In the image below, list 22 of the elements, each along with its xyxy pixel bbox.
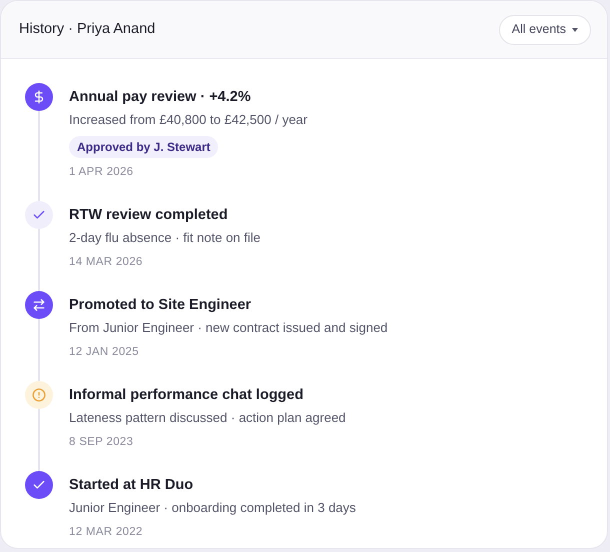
event-title: Annual pay review · +4.2% xyxy=(69,88,251,107)
event-date: 8 SEP 2023 xyxy=(69,435,134,450)
events-filter-dropdown[interactable]: All events xyxy=(498,14,591,44)
event-detail: Increased from £40,800 to £42,500 / year xyxy=(69,111,308,129)
card-title: History · Priya Anand xyxy=(19,20,156,39)
dollar-icon xyxy=(32,90,46,104)
event-date: 12 MAR 2022 xyxy=(69,525,143,540)
event-date: 1 APR 2026 xyxy=(69,165,134,180)
event-detail: Lateness pattern discussed · action plan agreed xyxy=(69,409,346,427)
event-date: 12 JAN 2025 xyxy=(69,345,139,360)
event-title: Promoted to Site Engineer xyxy=(69,296,252,315)
event-title: Started at HR Duo xyxy=(69,476,194,495)
event-detail: Junior Engineer · onboarding completed in 3 days xyxy=(69,499,356,517)
event-date: 14 MAR 2026 xyxy=(69,255,143,270)
swap-arrows-icon xyxy=(32,298,46,312)
event-title: RTW review completed xyxy=(69,206,228,225)
event-title: Informal performance chat logged xyxy=(69,386,304,405)
alert-icon xyxy=(32,388,46,402)
event-detail: 2-day flu absence · fit note on file xyxy=(69,229,261,247)
caret-icon xyxy=(572,28,578,32)
event-detail: From Junior Engineer · new contract issued and signed xyxy=(69,319,388,337)
approval-badge: Approved by J. Stewart xyxy=(69,136,218,158)
